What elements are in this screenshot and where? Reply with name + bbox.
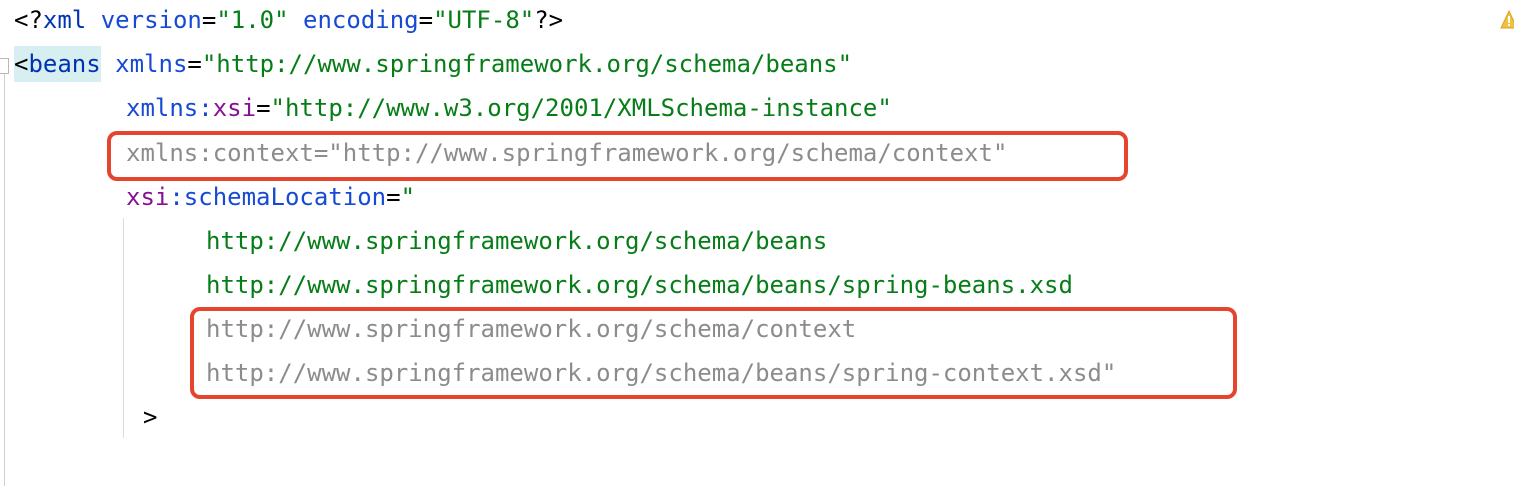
prolog-name: xml bbox=[42, 6, 87, 34]
schema-location-attr: :schemaLocation bbox=[169, 183, 387, 211]
code-line-location-beans-xsd[interactable]: http://www.springframework.org/schema/be… bbox=[206, 268, 1073, 302]
indent-guide bbox=[123, 218, 124, 438]
beans-tag: <beans bbox=[14, 46, 101, 82]
code-editor[interactable]: <?xml version="1.0" encoding="UTF-8"?> <… bbox=[0, 0, 1514, 486]
xmlns-eq: = bbox=[187, 50, 202, 78]
highlight-box-xmlns-context bbox=[107, 131, 1128, 181]
schema-location-eq: = bbox=[386, 183, 401, 211]
tag-open-bracket: < bbox=[14, 50, 29, 78]
xsi-namespace: xsi bbox=[126, 183, 170, 211]
code-line-xmlns-xsi[interactable]: xmlns:xsi="http://www.w3.org/2001/XMLSch… bbox=[126, 91, 892, 125]
prolog-version-value: "1.0" bbox=[216, 6, 289, 34]
code-line-schema-location[interactable]: xsi:schemaLocation=" bbox=[126, 180, 415, 214]
xmlns-xsi-eq: = bbox=[256, 94, 271, 122]
prolog-encoding-attr: encoding bbox=[303, 6, 419, 34]
prolog-encoding-value: "UTF-8" bbox=[433, 6, 535, 34]
xmlns-attr: xmlns bbox=[115, 50, 188, 78]
schema-location-quote: " bbox=[400, 183, 416, 211]
xmlns-value: "http://www.springframework.org/schema/b… bbox=[201, 50, 853, 78]
xmlns-xsi-value: "http://www.w3.org/2001/XMLSchema-instan… bbox=[270, 94, 892, 122]
highlight-box-context-locations bbox=[190, 307, 1237, 399]
prolog-eq: = bbox=[201, 6, 217, 34]
code-line-close-bracket[interactable]: > bbox=[143, 400, 157, 434]
prolog-version-attr: version bbox=[100, 6, 202, 34]
prolog-eq: = bbox=[418, 6, 434, 34]
fold-marker-icon[interactable] bbox=[0, 58, 9, 74]
prolog-open: <? bbox=[14, 6, 43, 34]
beans-tag-name: beans bbox=[28, 50, 101, 78]
warning-icon[interactable] bbox=[1500, 10, 1514, 30]
code-line-beans-open[interactable]: <beans xmlns="http://www.springframework… bbox=[14, 46, 853, 82]
xsi-namespace: xsi bbox=[212, 94, 257, 122]
xmlns-prefix: xmlns: bbox=[126, 94, 213, 122]
gutter-divider bbox=[4, 58, 5, 486]
prolog-close: ?> bbox=[534, 6, 564, 34]
code-line-location-beans[interactable]: http://www.springframework.org/schema/be… bbox=[206, 224, 827, 258]
code-line-xml-prolog[interactable]: <?xml version="1.0" encoding="UTF-8"?> bbox=[14, 3, 563, 37]
